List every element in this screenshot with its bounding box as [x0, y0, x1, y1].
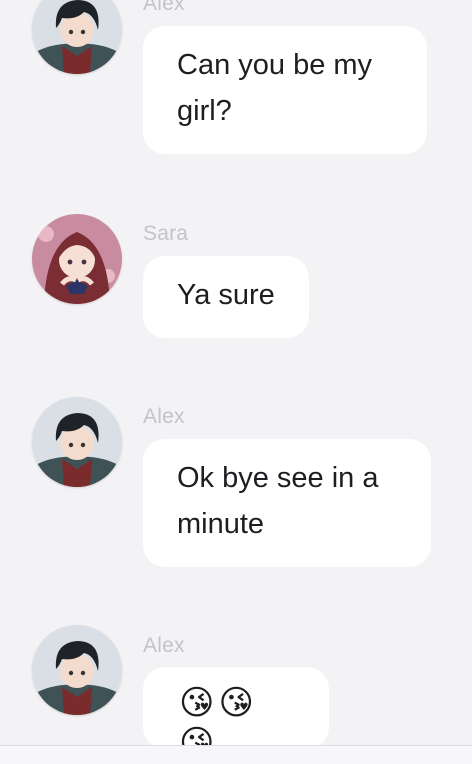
message-bubble[interactable]: Ya sure: [143, 256, 309, 338]
sender-name: Alex: [143, 0, 185, 15]
message-bubble[interactable]: Can you be my girl?: [143, 26, 427, 154]
sender-name: Alex: [143, 634, 185, 657]
girl-avatar-icon[interactable]: [32, 214, 122, 304]
boy-avatar-icon[interactable]: [32, 397, 122, 487]
sender-name: Sara: [143, 222, 189, 245]
message-bubble[interactable]: 😘😘😘: [143, 667, 329, 762]
boy-avatar-icon[interactable]: [32, 0, 122, 74]
bottom-bar: [0, 746, 472, 764]
chat-thread: Alex Can you be my girl? Sara Ya sure Al…: [0, 0, 472, 764]
message-text: Ok bye see in a minute: [177, 462, 379, 540]
message-text: Ya sure: [177, 279, 275, 311]
boy-avatar-icon[interactable]: [32, 625, 122, 715]
sender-name: Alex: [143, 405, 185, 428]
message-text: Can you be my girl?: [177, 49, 373, 127]
message-bubble[interactable]: Ok bye see in a minute: [143, 439, 431, 567]
